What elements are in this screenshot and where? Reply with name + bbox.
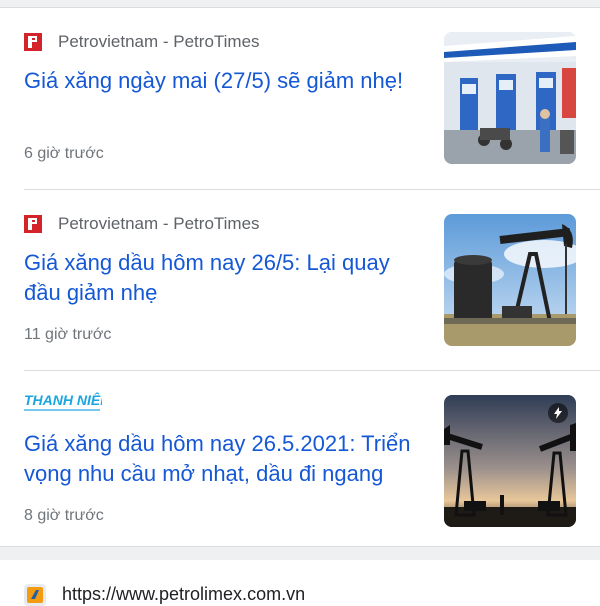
news-card[interactable]: Petrovietnam - PetroTimes Giá xăng dầu h…: [0, 190, 600, 371]
timestamp: 11 giờ trước: [24, 326, 112, 343]
timestamp: 8 giờ trước: [24, 507, 104, 524]
headline-link[interactable]: Giá xăng ngày mai (27/5) sẽ giảm nhẹ!: [24, 66, 424, 96]
source-row: Petrovietnam - PetroTimes: [24, 212, 260, 236]
result-url[interactable]: https://www.petrolimex.com.vn: [62, 584, 305, 605]
thanhnien-logo-icon: THANH NIÊN: [24, 391, 111, 415]
headline-link[interactable]: Giá xăng dầu hôm nay 26.5.2021: Triển vọ…: [24, 429, 424, 489]
oil-pumpjack-thumbnail[interactable]: [444, 214, 576, 346]
top-separator: [0, 0, 600, 8]
lightning-icon: [548, 403, 568, 423]
oil-pumpjacks-sunset-thumbnail[interactable]: [444, 395, 576, 527]
source-row: Petrovietnam - PetroTimes: [24, 30, 260, 54]
timestamp: 6 giờ trước: [24, 145, 104, 162]
source-name[interactable]: Petrovietnam - PetroTimes: [58, 214, 260, 234]
headline-link[interactable]: Giá xăng dầu hôm nay 26/5: Lại quay đầu …: [24, 248, 424, 308]
logo-wordmark: THANH NIÊN: [24, 391, 102, 408]
headline-line: Giá xăng dầu hôm nay 26.5.2021: Triển: [24, 431, 411, 456]
section-separator: [0, 546, 600, 560]
web-result[interactable]: https://www.petrolimex.com.vn: [0, 560, 600, 606]
source-name[interactable]: Petrovietnam - PetroTimes: [58, 32, 260, 52]
petrovietnam-logo-icon: [24, 215, 42, 233]
news-card[interactable]: Petrovietnam - PetroTimes Giá xăng ngày …: [0, 8, 600, 189]
headline-line: Giá xăng dầu hôm nay 26/5: Lại quay: [24, 250, 390, 275]
headline-line: vọng nhu cầu mở nhạt, dầu đi ngang: [24, 461, 384, 486]
news-card[interactable]: THANH NIÊN Giá xăng dầu hôm nay 26.5.202…: [0, 371, 600, 552]
headline-line: đầu giảm nhẹ: [24, 280, 158, 305]
petrolimex-logo-icon: [24, 584, 46, 606]
gas-station-thumbnail[interactable]: [444, 32, 576, 164]
petrovietnam-logo-icon: [24, 33, 42, 51]
